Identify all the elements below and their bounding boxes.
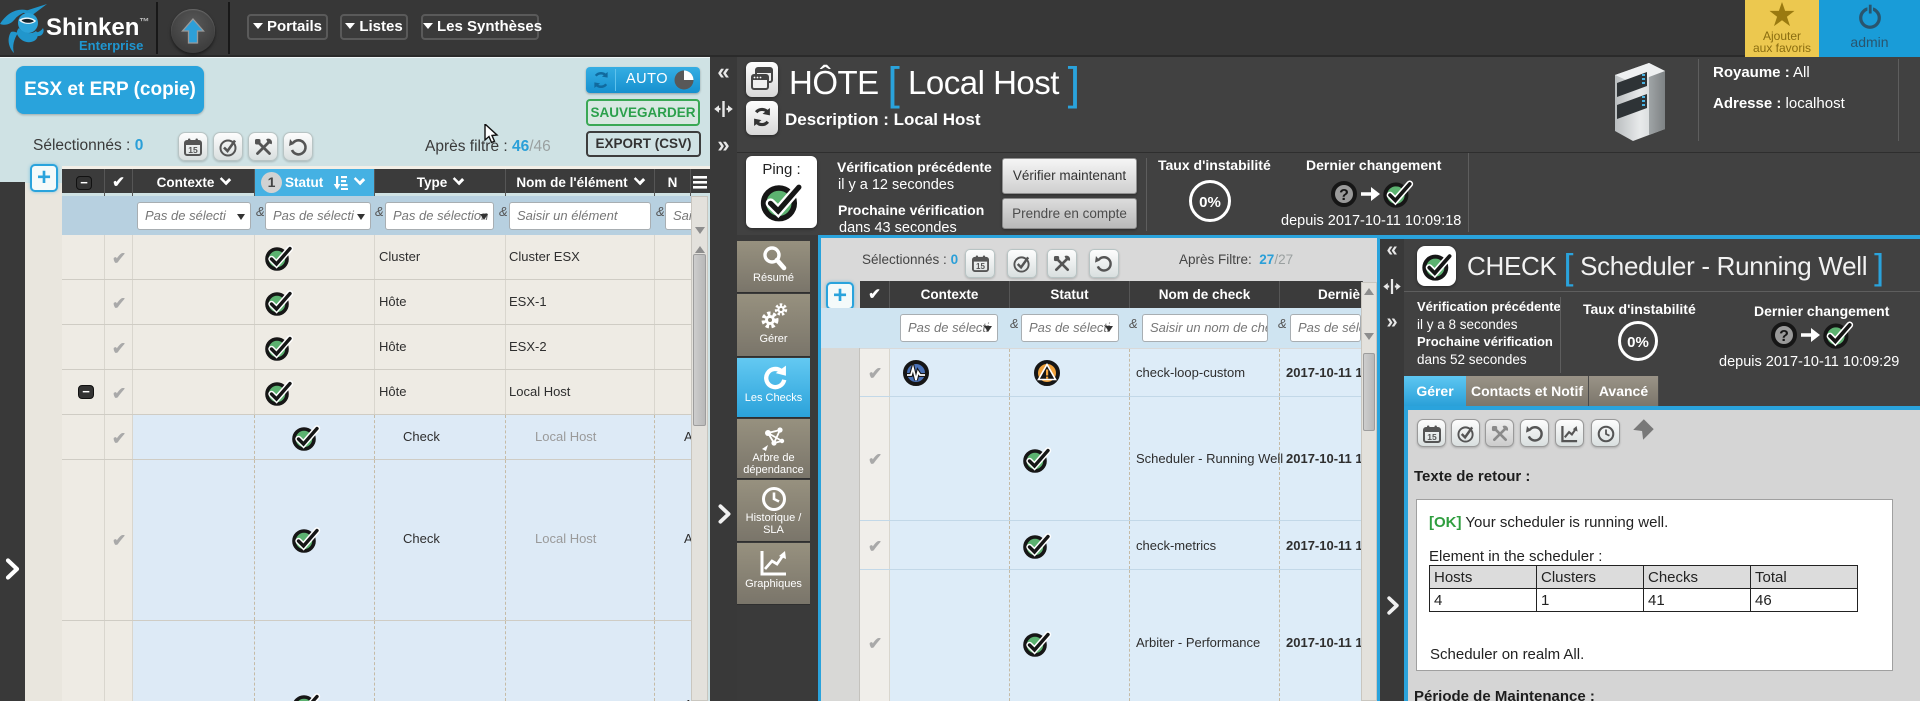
- svg-text:15: 15: [976, 262, 985, 271]
- svg-text:?: ?: [1339, 187, 1349, 204]
- svg-text:15: 15: [1427, 432, 1437, 442]
- svg-text:15: 15: [188, 145, 198, 155]
- svg-text:?: ?: [1779, 328, 1789, 345]
